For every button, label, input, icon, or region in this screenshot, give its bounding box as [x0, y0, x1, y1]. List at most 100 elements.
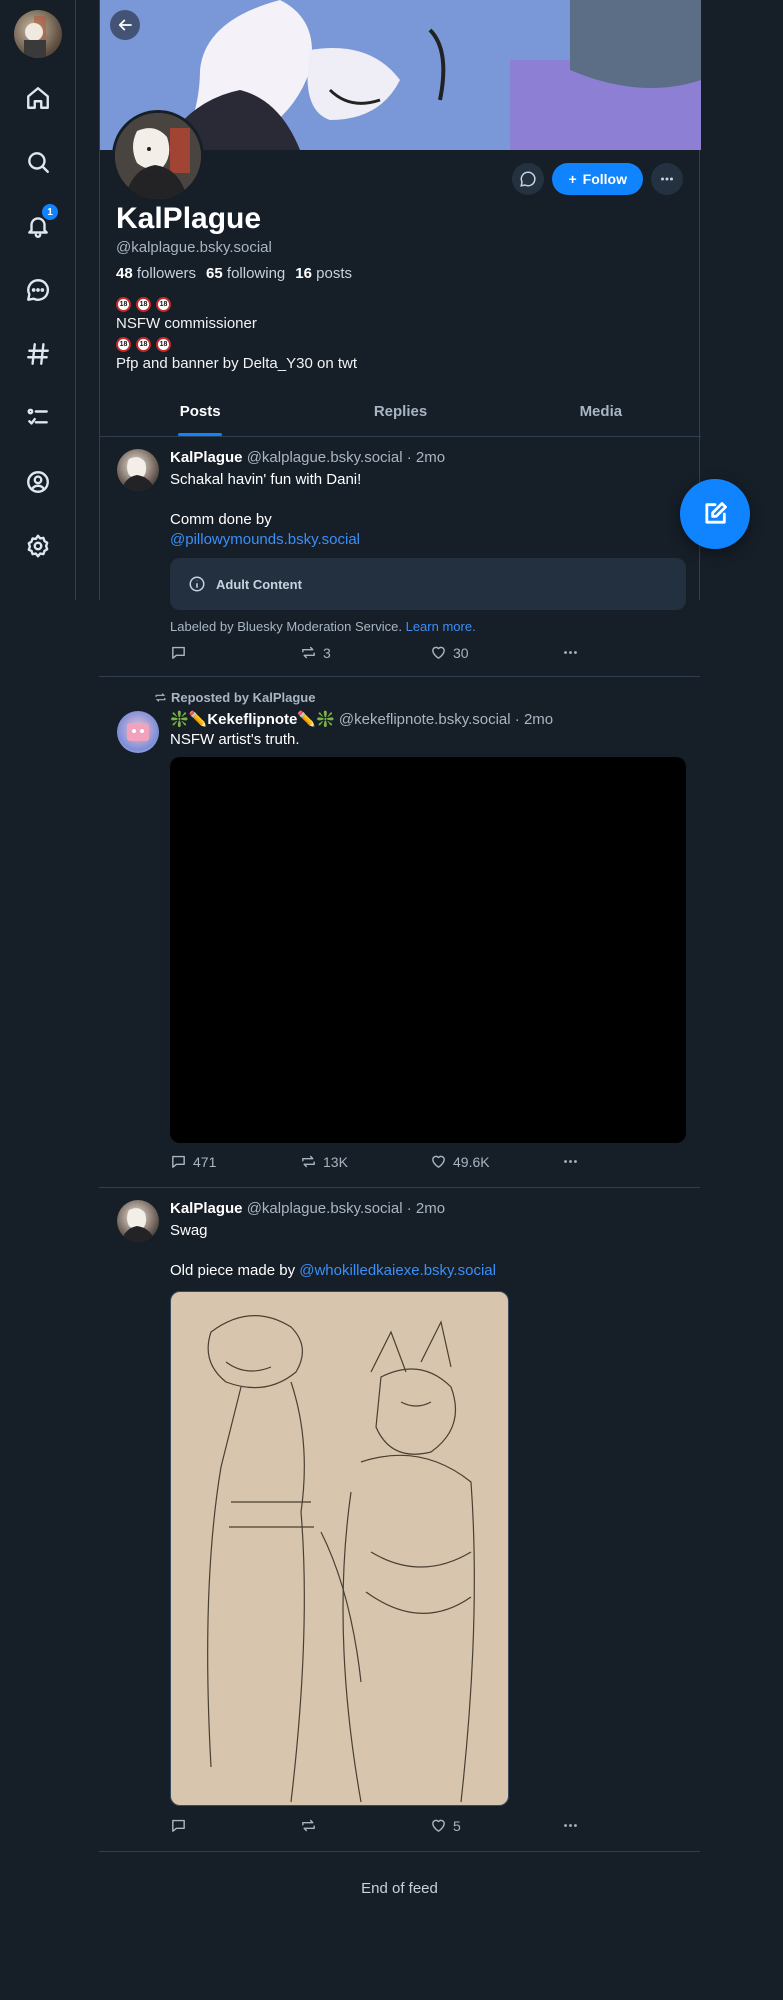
notification-badge: 1	[42, 204, 58, 220]
bell-icon[interactable]: 1	[18, 204, 58, 246]
adult-18-icon: 18	[136, 336, 151, 352]
ellipsis-icon	[564, 651, 577, 654]
repost-button[interactable]	[300, 1817, 323, 1834]
repost-button[interactable]: 3	[300, 644, 331, 661]
post-image[interactable]	[170, 1291, 509, 1806]
content-warning[interactable]: Adult Content	[170, 558, 686, 610]
adult-18-icon: 18	[116, 336, 131, 352]
arrow-left-icon	[118, 19, 132, 31]
search-icon[interactable]	[18, 142, 58, 182]
mention-link[interactable]: @pillowymounds.bsky.social	[170, 530, 686, 550]
repost-indicator[interactable]: Reposted by KalPlague	[154, 690, 315, 705]
follow-label: Follow	[582, 171, 627, 187]
post-handle[interactable]: @kalplague.bsky.social	[247, 1200, 403, 1217]
post-header: ❇️✏️Kekeflipnote✏️❇️ @kekeflipnote.bsky.…	[170, 710, 686, 728]
post-menu-button[interactable]	[562, 1153, 579, 1170]
reply-icon	[172, 646, 185, 659]
chat-icon	[520, 171, 537, 187]
post-author-avatar[interactable]	[117, 449, 159, 491]
post-author-avatar[interactable]	[117, 1200, 159, 1242]
post-menu-button[interactable]	[562, 644, 579, 661]
post-author[interactable]: ❇️✏️Kekeflipnote✏️❇️	[170, 711, 335, 728]
post-feed: KalPlague @kalplague.bsky.social · 2mo S…	[99, 437, 700, 1852]
feed-post[interactable]: KalPlague @kalplague.bsky.social · 2mo S…	[99, 437, 700, 677]
post-content: KalPlague @kalplague.bsky.social · 2mo S…	[170, 449, 686, 666]
tab-replies[interactable]: Replies	[300, 393, 500, 436]
content-warning-label: Adult Content	[216, 576, 302, 592]
post-handle[interactable]: @kalplague.bsky.social	[247, 449, 403, 466]
post-author[interactable]: KalPlague	[170, 1200, 243, 1217]
end-of-feed: End of feed	[361, 1880, 438, 1897]
profile-stats: 48 followers 65 following 16 posts	[116, 265, 352, 282]
heart-icon	[432, 1819, 445, 1832]
post-text-line: Schakal havin' fun with Dani!	[170, 471, 362, 488]
video-player[interactable]	[170, 757, 686, 1143]
hashtag-icon[interactable]	[18, 334, 58, 374]
current-user-avatar[interactable]	[14, 10, 62, 58]
message-button[interactable]	[512, 163, 545, 195]
adult-badge-row: 18 18 18	[116, 294, 357, 314]
feed-post[interactable]: KalPlague @kalplague.bsky.social · 2mo S…	[99, 1188, 700, 1852]
post-content: ❇️✏️Kekeflipnote✏️❇️ @kekeflipnote.bsky.…	[170, 710, 686, 1175]
profile-avatar[interactable]	[112, 110, 204, 202]
list-icon[interactable]	[18, 398, 58, 438]
compose-button[interactable]	[680, 479, 750, 549]
like-button[interactable]: 49.6K	[430, 1153, 490, 1170]
post-content: KalPlague @kalplague.bsky.social · 2mo S…	[170, 1200, 686, 1839]
repost-icon	[155, 693, 166, 702]
post-time[interactable]: · 2mo	[515, 711, 553, 728]
adult-18-icon: 18	[136, 296, 151, 312]
adult-18-icon: 18	[156, 296, 171, 312]
post-actions: 5	[170, 1817, 686, 1839]
post-time[interactable]: · 2mo	[407, 449, 445, 466]
post-text-line: Comm done by	[170, 511, 272, 528]
feed-post[interactable]: Reposted by KalPlague ❇️✏️Kekeflipnote✏️…	[99, 677, 700, 1188]
profile-handle: @kalplague.bsky.social	[116, 239, 272, 256]
profile-tabs: Posts Replies Media	[100, 393, 701, 437]
post-text: NSFW artist's truth.	[170, 731, 300, 748]
post-handle[interactable]: @kekeflipnote.bsky.social	[339, 711, 511, 728]
profile-icon[interactable]	[18, 462, 58, 502]
posts-stat: 16 posts	[295, 265, 352, 282]
post-actions: 3 30	[170, 644, 686, 666]
reply-button[interactable]	[170, 1817, 193, 1834]
post-text: Schakal havin' fun with Dani! Comm done …	[170, 470, 686, 550]
tab-posts[interactable]: Posts	[100, 393, 300, 436]
adult-18-icon: 18	[156, 336, 171, 352]
profile-bio: 18 18 18 NSFW commissioner 18 18 18 Pfp and …	[116, 294, 357, 374]
repost-button[interactable]: 13K	[300, 1153, 348, 1170]
home-icon[interactable]	[18, 78, 58, 118]
display-name: KalPlague	[116, 202, 262, 235]
post-menu-button[interactable]	[562, 1817, 579, 1834]
post-actions: 471 13K 49.6K	[170, 1153, 686, 1175]
post-time[interactable]: · 2mo	[407, 1200, 445, 1217]
reply-button[interactable]: 471	[170, 1153, 216, 1170]
follow-button[interactable]: + Follow	[552, 163, 643, 195]
post-text-line: Swag	[170, 1222, 208, 1239]
repost-icon	[302, 646, 315, 659]
post-author[interactable]: KalPlague	[170, 449, 243, 466]
settings-icon[interactable]	[18, 526, 58, 566]
reply-button[interactable]	[170, 644, 193, 661]
learn-more-link[interactable]: Learn more.	[406, 619, 476, 634]
reply-icon	[172, 1819, 185, 1832]
nav-rail: 1	[0, 0, 76, 600]
post-text: Swag Old piece made by @whokilledkaiexe.…	[170, 1221, 686, 1281]
more-options-button[interactable]	[651, 163, 683, 195]
adult-badge-row: 18 18 18	[116, 334, 357, 354]
post-author-avatar[interactable]	[117, 711, 159, 753]
following-stat[interactable]: 65 following	[206, 265, 285, 282]
followers-stat[interactable]: 48 followers	[116, 265, 196, 282]
heart-icon	[432, 1155, 445, 1168]
reply-icon	[172, 1155, 185, 1168]
like-button[interactable]: 5	[430, 1817, 461, 1834]
heart-icon	[432, 646, 445, 659]
chat-icon[interactable]	[18, 270, 58, 310]
plus-icon: +	[568, 171, 577, 187]
like-button[interactable]: 30	[430, 644, 469, 661]
repost-icon	[302, 1155, 315, 1168]
compose-icon	[705, 502, 727, 524]
mention-link[interactable]: @whokilledkaiexe.bsky.social	[299, 1262, 496, 1279]
back-button[interactable]	[110, 10, 140, 40]
tab-media[interactable]: Media	[501, 393, 701, 436]
